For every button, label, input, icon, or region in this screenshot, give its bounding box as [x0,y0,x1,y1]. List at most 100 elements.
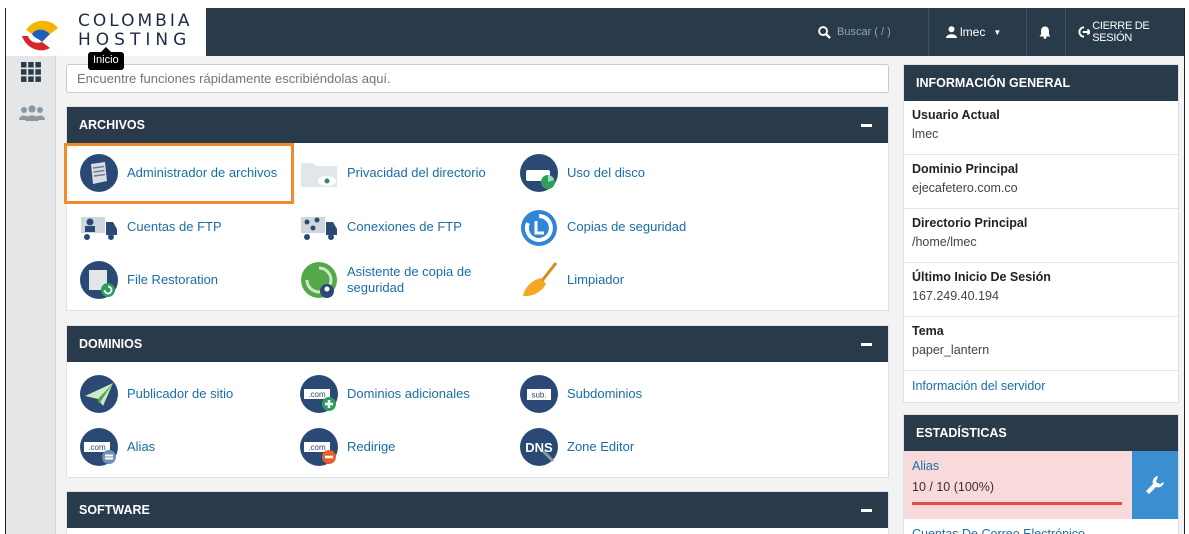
item-label: Limpiador [567,272,625,287]
item-alias[interactable]: .com Alias [79,422,155,472]
item-label: Conexiones de FTP [347,219,462,234]
panel-header[interactable]: SOFTWARE [67,492,888,528]
dns-icon: DNS [520,428,558,466]
grid-icon[interactable] [21,62,41,82]
item-site-publisher[interactable]: Publicador de sitio [79,369,233,419]
item-zone-editor[interactable]: DNS Zone Editor [519,422,634,472]
item-label: Dominios adicionales [347,386,470,401]
item-label: Uso del disco [567,165,646,180]
item-label: Asistente de copia de seguridad [347,264,472,295]
panel-header[interactable]: DOMINIOS [67,326,888,362]
stat-alias: Alias 10 / 10 (100%) [904,451,1178,519]
icon-text: sub. [531,391,546,400]
general-info-panel: INFORMACIÓN GENERAL Usuario Actual lmec … [903,64,1179,403]
panel-title: DOMINIOS [79,337,143,351]
panel-header[interactable]: ARCHIVOS [67,107,888,143]
search-icon [818,25,831,39]
item-ftp-connections[interactable]: Conexiones de FTP [299,202,462,252]
info-key: Último Inicio De Sesión [912,270,1051,284]
collapse-icon[interactable] [861,342,872,346]
panel-title: INFORMACIÓN GENERAL [904,65,1178,101]
item-file-restoration[interactable]: File Restoration [79,255,218,305]
collapse-icon[interactable] [861,508,872,512]
usage-bar [912,502,1122,505]
icon-text: .com [308,390,326,399]
users-icon[interactable] [19,105,45,121]
logout-icon [1078,26,1091,38]
info-value: 167.249.40.194 [912,289,999,303]
item-addon-domains[interactable]: .com Dominios adicionales [299,369,470,419]
user-menu[interactable]: lmec ▼ [946,8,1001,56]
left-rail [6,56,56,534]
search-button[interactable]: Buscar ( / ) [818,8,922,56]
divider [1065,8,1066,56]
icon-text: .com [88,443,106,452]
item-label: Subdominios [567,386,643,401]
info-row: Último Inicio De Sesión 167.249.40.194 [904,263,1178,317]
logo-line-1: COLOMBIA [78,11,193,31]
item-label: Alias [127,439,156,454]
stat-label-email[interactable]: Cuentas De Correo Electrónico [904,519,1178,534]
item-directory-privacy[interactable]: Privacidad del directorio [299,148,486,198]
stats-panel: ESTADÍSTICAS Alias 10 / 10 (100%) Cuenta… [903,414,1179,534]
logo-text: COLOMBIA HOSTING [78,12,192,50]
info-key: Usuario Actual [912,108,1000,122]
info-row: Dominio Principal ejecafetero.com.co [904,155,1178,209]
subdomain-icon: sub. [520,375,558,413]
chevron-down-icon: ▼ [993,27,1002,37]
addon-domain-icon: .com [300,375,338,413]
stat-value: 10 / 10 (100%) [912,480,994,494]
collapse-icon[interactable] [861,123,872,127]
paper-plane-icon [80,375,118,413]
top-bar: COLOMBIA HOSTING Buscar ( / ) lmec ▼ CIE… [6,8,1184,56]
item-redirects[interactable]: .com Redirige [299,422,395,472]
icon-text: .com [308,443,326,452]
info-key: Dominio Principal [912,162,1019,176]
cpanel-window: COLOMBIA HOSTING Buscar ( / ) lmec ▼ CIE… [5,0,1185,534]
colombia-hosting-logo-icon [22,20,58,51]
notifications-button[interactable] [1039,8,1051,56]
info-value: paper_lantern [912,343,990,357]
info-key: Tema [912,324,944,338]
item-backup-wizard[interactable]: Asistente de copia de seguridad [299,255,487,305]
info-value: /home/lmec [912,235,977,249]
user-icon [946,26,957,38]
info-value: ejecafetero.com.co [912,181,1018,195]
item-label: Privacidad del directorio [347,165,486,180]
icon-text: DNS [525,440,553,455]
highlight-frame [64,143,294,204]
logout-button[interactable]: CIERRE DE SESIÓN [1078,8,1184,56]
feature-search-input[interactable] [66,64,889,93]
info-row: Directorio Principal /home/lmec [904,209,1178,263]
logo-line-2: HOSTING [78,30,192,50]
search-label: Buscar ( / ) [837,26,891,38]
broom-icon [523,262,558,297]
ftp-accounts-icon [81,217,117,240]
server-info-link[interactable]: Información del servidor [904,371,1178,402]
stat-label[interactable]: Alias [912,459,939,473]
panel-title: SOFTWARE [79,503,150,517]
backup-icon [521,210,557,246]
panel-title: ESTADÍSTICAS [904,415,1178,451]
info-row: Tema paper_lantern [904,317,1178,371]
item-disk-usage[interactable]: Uso del disco [519,148,645,198]
item-cleaner[interactable]: Limpiador [519,255,624,305]
info-key: Directorio Principal [912,216,1028,230]
backup-wizard-icon [301,262,337,298]
item-label: File Restoration [127,272,219,287]
info-value: lmec [912,127,939,141]
manage-button[interactable] [1132,451,1178,519]
disk-usage-icon [520,154,558,192]
item-label: Zone Editor [567,439,635,454]
wrench-icon [1146,476,1164,494]
item-label: Redirige [347,439,396,454]
divider [928,8,929,56]
item-backups[interactable]: Copias de seguridad [519,202,686,252]
alias-domain-icon: .com [80,428,118,466]
divider [1026,8,1027,56]
bell-icon [1039,26,1051,39]
item-subdomains[interactable]: sub. Subdominios [519,369,642,419]
ftp-connections-icon [301,217,337,240]
item-ftp-accounts[interactable]: Cuentas de FTP [79,202,222,252]
file-restoration-icon [80,261,118,299]
